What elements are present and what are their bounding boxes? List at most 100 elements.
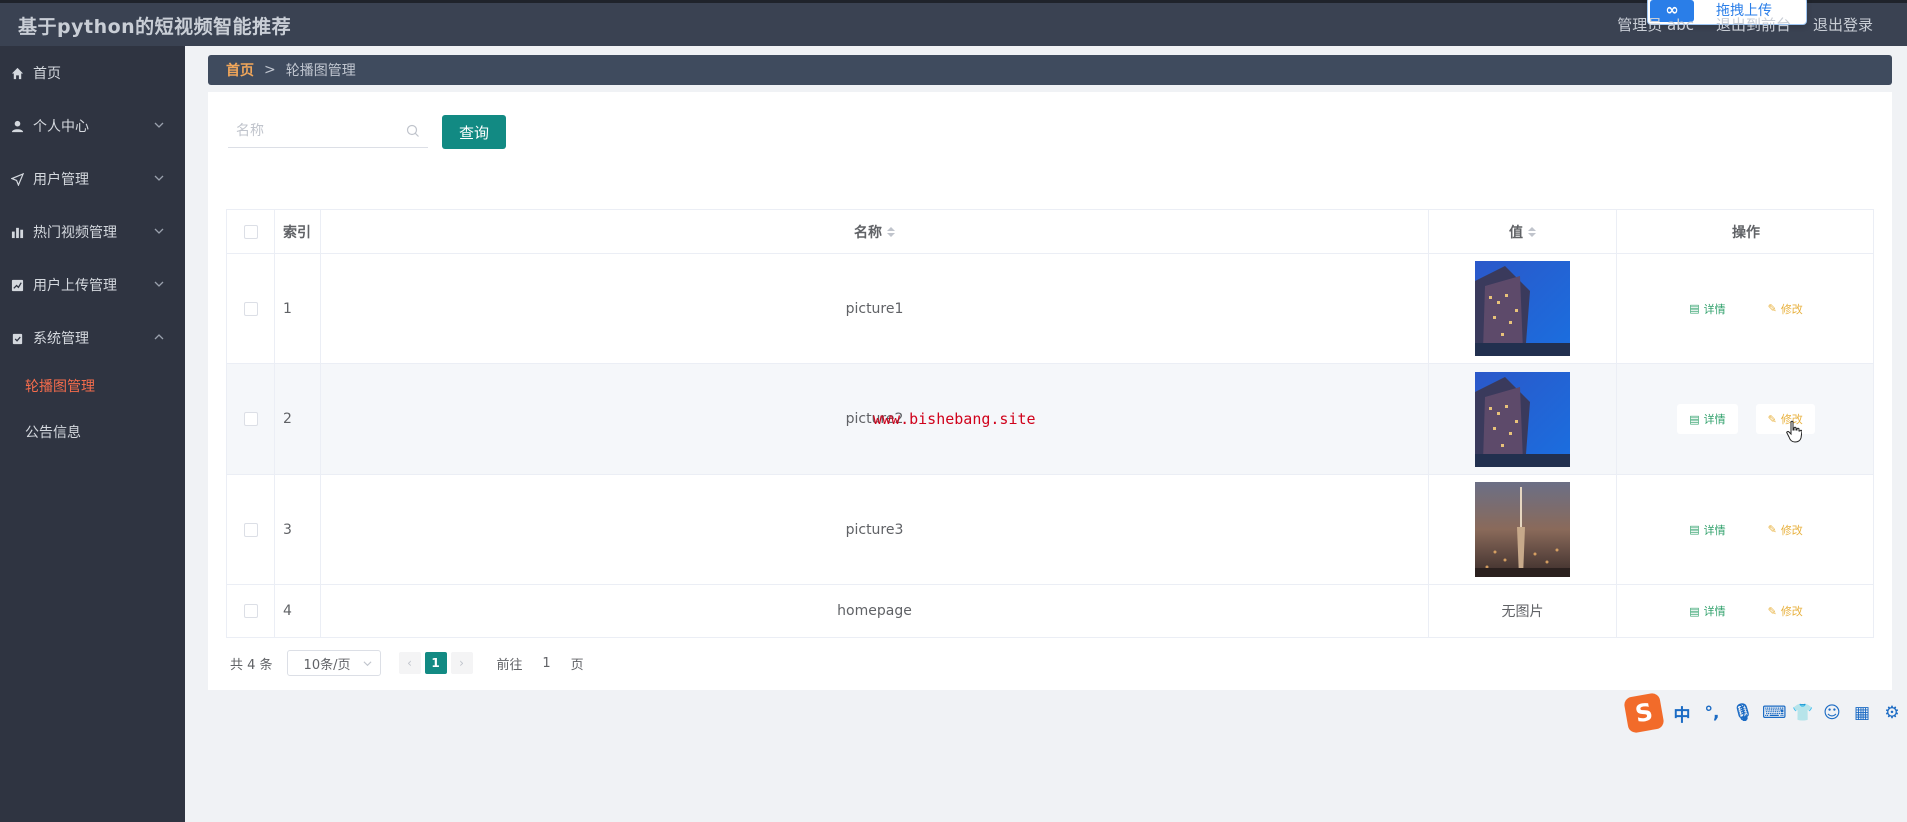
edit-icon: ✎ [1767, 302, 1777, 315]
grid-icon[interactable]: ▦ [1852, 703, 1872, 723]
ime-mode-toggle[interactable]: 中 [1672, 701, 1692, 726]
sidebar-item-label: 系统管理 [33, 331, 89, 347]
row-checkbox[interactable] [243, 522, 258, 537]
breadcrumb-current: 轮播图管理 [285, 63, 356, 79]
document-icon: ▤ [1689, 604, 1700, 618]
chevron-down-icon [154, 228, 164, 234]
send-icon [10, 172, 24, 186]
document-icon: ▤ [1689, 412, 1700, 426]
page-size-select[interactable]: 10条/页 [286, 650, 381, 676]
header-actions: 操作 [1732, 224, 1760, 241]
sidebar-subitem-label: 公告信息 [25, 425, 81, 441]
row-name: homepage [321, 585, 1429, 637]
breadcrumb-home[interactable]: 首页 [226, 60, 254, 80]
main-panel: 查询 索引 名称 值 操作 1 picture1 [208, 92, 1892, 690]
microphone-icon[interactable]: 🎙 [1732, 703, 1754, 723]
sidebar-item-announcements[interactable]: 公告信息 [0, 412, 185, 452]
search-field [228, 114, 428, 148]
pagination-total: 共 4 条 [230, 657, 273, 673]
ime-toolbar: S 中 °, 🎙 ⌨ 👕 ☺ ▦ ⚙ [1623, 692, 1902, 734]
edit-icon: ✎ [1767, 523, 1777, 536]
bar-chart-icon [10, 225, 24, 239]
row-index: 3 [275, 475, 321, 584]
sidebar-item-carousel[interactable]: 轮播图管理 [0, 366, 185, 406]
table-row: 3 picture3 ▤ 详情 ✎ 修改 [227, 475, 1873, 585]
sidebar-item-label: 个人中心 [33, 119, 89, 135]
ime-punct-toggle[interactable]: °, [1702, 703, 1722, 723]
home-icon [10, 66, 24, 80]
ime-logo[interactable]: S [1623, 692, 1665, 734]
row-checkbox[interactable] [243, 301, 258, 316]
row-index: 1 [275, 254, 321, 363]
carousel-thumbnail-image [1475, 261, 1570, 356]
search-input[interactable] [236, 120, 396, 142]
skin-icon[interactable]: 👕 [1792, 703, 1813, 723]
carousel-thumbnail-image [1475, 371, 1570, 467]
header-index: 索引 [275, 210, 321, 253]
goto-page-input[interactable] [528, 651, 565, 675]
admin-user-label: 管理员 abc [1617, 16, 1694, 34]
row-index: 4 [275, 585, 321, 637]
breadcrumb-separator: > [264, 62, 276, 78]
query-button[interactable]: 查询 [442, 115, 506, 149]
row-name: picture1 [321, 254, 1429, 363]
chevron-down-icon [154, 175, 164, 181]
sidebar-subitem-label: 轮播图管理 [25, 379, 95, 395]
clipboard-icon [10, 331, 24, 345]
table-row: 4 homepage 无图片 ▤ 详情 ✎ 修改 [227, 585, 1873, 637]
detail-button[interactable]: ▤ 详情 [1677, 294, 1737, 324]
sort-icon[interactable] [887, 226, 895, 237]
top-header: 基于python的短视频智能推荐 ∞ 拖拽上传 管理员 abc 退出到前台 退出… [0, 0, 1907, 46]
edit-icon: ✎ [1767, 412, 1777, 426]
next-page-button[interactable]: › [450, 652, 473, 674]
header-value-label: 值 [1509, 224, 1523, 241]
chevron-down-icon [154, 281, 164, 287]
sidebar-item-users[interactable]: 用户管理 [0, 159, 185, 199]
logout-link[interactable]: 退出登录 [1813, 14, 1873, 35]
sidebar-item-home[interactable]: 首页 [0, 53, 185, 93]
table-row: 2 picture2 ▤ 详情 ✎ 修改 [227, 364, 1873, 475]
carousel-thumbnail-image [1475, 482, 1570, 577]
edit-button[interactable]: ✎ 修改 [1756, 294, 1815, 324]
robot-icon[interactable]: ☺ [1822, 703, 1842, 723]
page-number[interactable]: 1 [424, 652, 447, 674]
edit-icon: ✎ [1767, 604, 1777, 618]
header-name[interactable]: 名称 [321, 210, 1429, 253]
chevron-down-icon [363, 661, 372, 667]
prev-page-button[interactable]: ‹ [398, 652, 421, 674]
table-row: 1 picture1 ▤ 详情 ✎ 修改 [227, 254, 1873, 364]
header-value[interactable]: 值 [1429, 210, 1617, 253]
row-checkbox[interactable] [243, 412, 258, 426]
sidebar-item-label: 用户上传管理 [33, 278, 117, 294]
row-index: 2 [275, 364, 321, 474]
sidebar-item-profile[interactable]: 个人中心 [0, 106, 185, 146]
app-title: 基于python的短视频智能推荐 [18, 16, 292, 38]
detail-button[interactable]: ▤ 详情 [1677, 404, 1738, 434]
sort-icon[interactable] [1528, 226, 1536, 237]
sidebar-item-label: 用户管理 [33, 172, 89, 188]
back-to-front-link[interactable]: 退出到前台 [1716, 14, 1791, 35]
edit-button[interactable]: ✎ 修改 [1756, 596, 1815, 626]
detail-button[interactable]: ▤ 详情 [1677, 596, 1737, 626]
sidebar-item-label: 首页 [33, 66, 61, 82]
chevron-up-icon [154, 334, 164, 340]
breadcrumb: 首页 > 轮播图管理 [208, 55, 1892, 85]
sidebar-item-hot-videos[interactable]: 热门视频管理 [0, 212, 185, 252]
sidebar-item-user-uploads[interactable]: 用户上传管理 [0, 265, 185, 305]
keyboard-icon[interactable]: ⌨ [1762, 703, 1787, 723]
detail-button[interactable]: ▤ 详情 [1677, 515, 1737, 545]
select-all-checkbox[interactable] [243, 224, 258, 239]
watermark-text: www.bishebang.site [873, 410, 1036, 428]
search-icon[interactable] [406, 124, 420, 138]
user-icon [10, 119, 24, 133]
data-table: 索引 名称 值 操作 1 picture1 ▤ 详情 ✎ 修改 2 pictur… [226, 209, 1874, 638]
goto-suffix: 页 [570, 657, 584, 673]
goto-label: 前往 [496, 657, 523, 673]
sidebar-item-system[interactable]: 系统管理 [0, 318, 185, 358]
row-value-text: 无图片 [1429, 585, 1617, 637]
row-checkbox[interactable] [243, 604, 258, 618]
hand-cursor-icon [1786, 420, 1802, 443]
edit-button[interactable]: ✎ 修改 [1756, 515, 1815, 545]
settings-icon[interactable]: ⚙ [1882, 703, 1902, 723]
pagination: 共 4 条 10条/页 ‹ 1 › 前往 页 [230, 650, 584, 676]
